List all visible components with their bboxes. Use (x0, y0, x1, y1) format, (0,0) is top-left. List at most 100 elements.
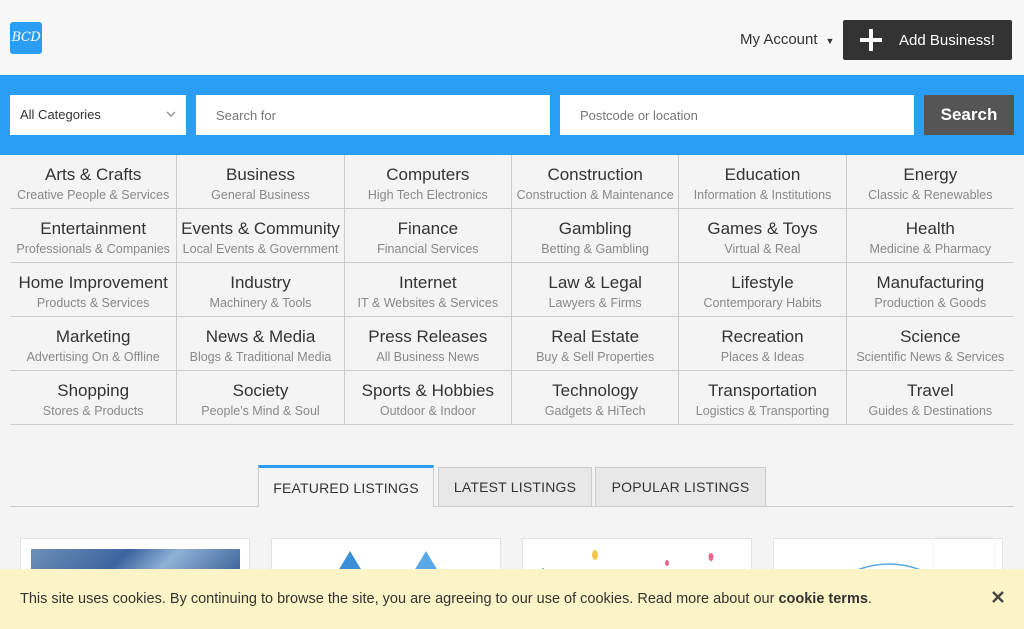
category-title: Marketing (55, 327, 131, 346)
category-item[interactable]: Arts & Crafts Creative People & Services (10, 155, 178, 209)
category-subtitle: Creative People & Services (17, 188, 170, 202)
search-button[interactable]: Search (924, 95, 1014, 135)
category-item[interactable]: Games & Toys Virtual & Real (679, 209, 847, 263)
category-subtitle: General Business (211, 188, 310, 202)
category-title: Society (232, 381, 289, 400)
category-item[interactable]: Gambling Betting & Gambling (511, 209, 680, 263)
category-grid: Arts & Crafts Creative People & Services B… (10, 155, 1014, 425)
category-title: Games & Toys (707, 219, 818, 238)
tab-featured-listings[interactable]: FEATURED LISTINGS (258, 465, 434, 507)
tab-latest-listings[interactable]: LATEST LISTINGS (438, 467, 592, 507)
category-title: Industry (230, 273, 291, 292)
cookie-text: This site uses cookies. By continuing to… (20, 591, 872, 607)
category-title: Finance (397, 219, 459, 238)
cookie-banner: This site uses cookies. By continuing to… (0, 569, 1024, 629)
category-subtitle: Financial Services (377, 242, 479, 256)
category-subtitle: Gadgets & HiTech (544, 404, 646, 418)
category-item[interactable]: Real Estate Buy & Sell Properties (511, 317, 680, 371)
category-title: Sports & Hobbies (361, 381, 494, 400)
category-item[interactable]: Business General Business (177, 155, 345, 209)
category-subtitle: Machinery & Tools (209, 296, 312, 310)
category-item[interactable]: Recreation Places & Ideas (679, 317, 847, 371)
category-item[interactable]: Events & Community Local Events & Governm… (177, 209, 345, 263)
category-title: Entertainment (40, 219, 147, 238)
category-subtitle: Betting & Gambling (541, 242, 649, 256)
category-title: Manufacturing (876, 273, 985, 292)
category-item[interactable]: Education Information & Institutions (679, 155, 847, 209)
category-item[interactable]: Computers High Tech Electronics (344, 155, 512, 209)
category-title: Gambling (558, 219, 632, 238)
category-subtitle: IT & Websites & Services (357, 296, 499, 310)
category-item[interactable]: Press Releases All Business News (344, 317, 512, 371)
category-item[interactable]: Marketing Advertising On & Offline (10, 317, 178, 371)
category-title: Energy (903, 165, 958, 184)
category-subtitle: Guides & Destinations (868, 404, 993, 418)
category-title: Computers (386, 165, 470, 184)
category-subtitle: Stores & Products (42, 404, 144, 418)
category-title: Home Improvement (18, 273, 168, 292)
category-subtitle: Logistics & Transporting (695, 404, 830, 418)
category-item[interactable]: Internet IT & Websites & Services (344, 263, 512, 317)
category-item[interactable]: Entertainment Professionals & Companies (10, 209, 178, 263)
my-account-menu[interactable]: My Account ▼ (740, 31, 834, 48)
category-item[interactable]: Technology Gadgets & HiTech (511, 371, 680, 425)
category-subtitle: People's Mind & Soul (201, 404, 320, 418)
cookie-terms-link[interactable]: cookie terms (778, 591, 867, 607)
category-item[interactable]: Construction Construction & Maintenance (511, 155, 680, 209)
category-item[interactable]: News & Media Blogs & Traditional Media (177, 317, 345, 371)
my-account-label: My Account (740, 31, 818, 48)
close-icon[interactable] (990, 589, 1006, 605)
category-subtitle: Information & Institutions (693, 188, 832, 202)
category-subtitle: Virtual & Real (724, 242, 801, 256)
category-item[interactable]: Sports & Hobbies Outdoor & Indoor (344, 371, 512, 425)
category-subtitle: Contemporary Habits (703, 296, 822, 310)
category-item[interactable]: Home Improvement Products & Services (10, 263, 178, 317)
category-subtitle: Places & Ideas (720, 350, 805, 364)
category-title: Recreation (721, 327, 804, 346)
add-business-button[interactable]: Add Business! (843, 20, 1012, 60)
site-logo[interactable]: BCD (10, 22, 42, 54)
category-title: Internet (398, 273, 457, 292)
category-item[interactable]: Energy Classic & Renewables (846, 155, 1014, 209)
category-title: Science (900, 327, 961, 346)
category-item[interactable]: Shopping Stores & Products (10, 371, 178, 425)
search-bar: All Categories Search (0, 75, 1024, 155)
add-business-label: Add Business! (899, 31, 995, 49)
site-header: BCD My Account ▼ Add Business! (0, 0, 1024, 75)
category-item[interactable]: Travel Guides & Destinations (846, 371, 1014, 425)
location-input[interactable] (560, 95, 914, 135)
category-title: Law & Legal (548, 273, 642, 292)
category-title: Education (724, 165, 801, 184)
category-subtitle: Buy & Sell Properties (536, 350, 655, 364)
category-item[interactable]: Science Scientific News & Services (846, 317, 1014, 371)
category-item[interactable]: Industry Machinery & Tools (177, 263, 345, 317)
category-item[interactable]: Lifestyle Contemporary Habits (679, 263, 847, 317)
category-subtitle: Professionals & Companies (16, 242, 170, 256)
category-title: Arts & Crafts (44, 165, 142, 184)
caret-down-icon: ▼ (825, 35, 835, 46)
category-subtitle: High Tech Electronics (367, 188, 488, 202)
category-item[interactable]: Manufacturing Production & Goods (846, 263, 1014, 317)
category-item[interactable]: Finance Financial Services (344, 209, 512, 263)
tab-popular-listings[interactable]: POPULAR LISTINGS (595, 467, 766, 507)
plus-icon (843, 29, 899, 51)
category-subtitle: All Business News (376, 350, 480, 364)
category-subtitle: Outdoor & Indoor (379, 404, 476, 418)
category-subtitle: Advertising On & Offline (26, 350, 160, 364)
category-select-value: All Categories (20, 107, 101, 122)
category-subtitle: Medicine & Pharmacy (869, 242, 992, 256)
category-title: Press Releases (368, 327, 488, 346)
category-title: Construction (547, 165, 643, 184)
category-title: Technology (552, 381, 639, 400)
search-input[interactable] (196, 95, 550, 135)
category-item[interactable]: Health Medicine & Pharmacy (846, 209, 1014, 263)
category-subtitle: Local Events & Government (182, 242, 339, 256)
category-item[interactable]: Law & Legal Lawyers & Firms (511, 263, 680, 317)
category-title: Lifestyle (731, 273, 794, 292)
category-item[interactable]: Society People's Mind & Soul (177, 371, 345, 425)
category-item[interactable]: Transportation Logistics & Transporting (679, 371, 847, 425)
category-subtitle: Lawyers & Firms (548, 296, 642, 310)
category-title: Real Estate (551, 327, 640, 346)
category-select[interactable]: All Categories (10, 95, 186, 135)
cookie-end: . (867, 591, 872, 607)
